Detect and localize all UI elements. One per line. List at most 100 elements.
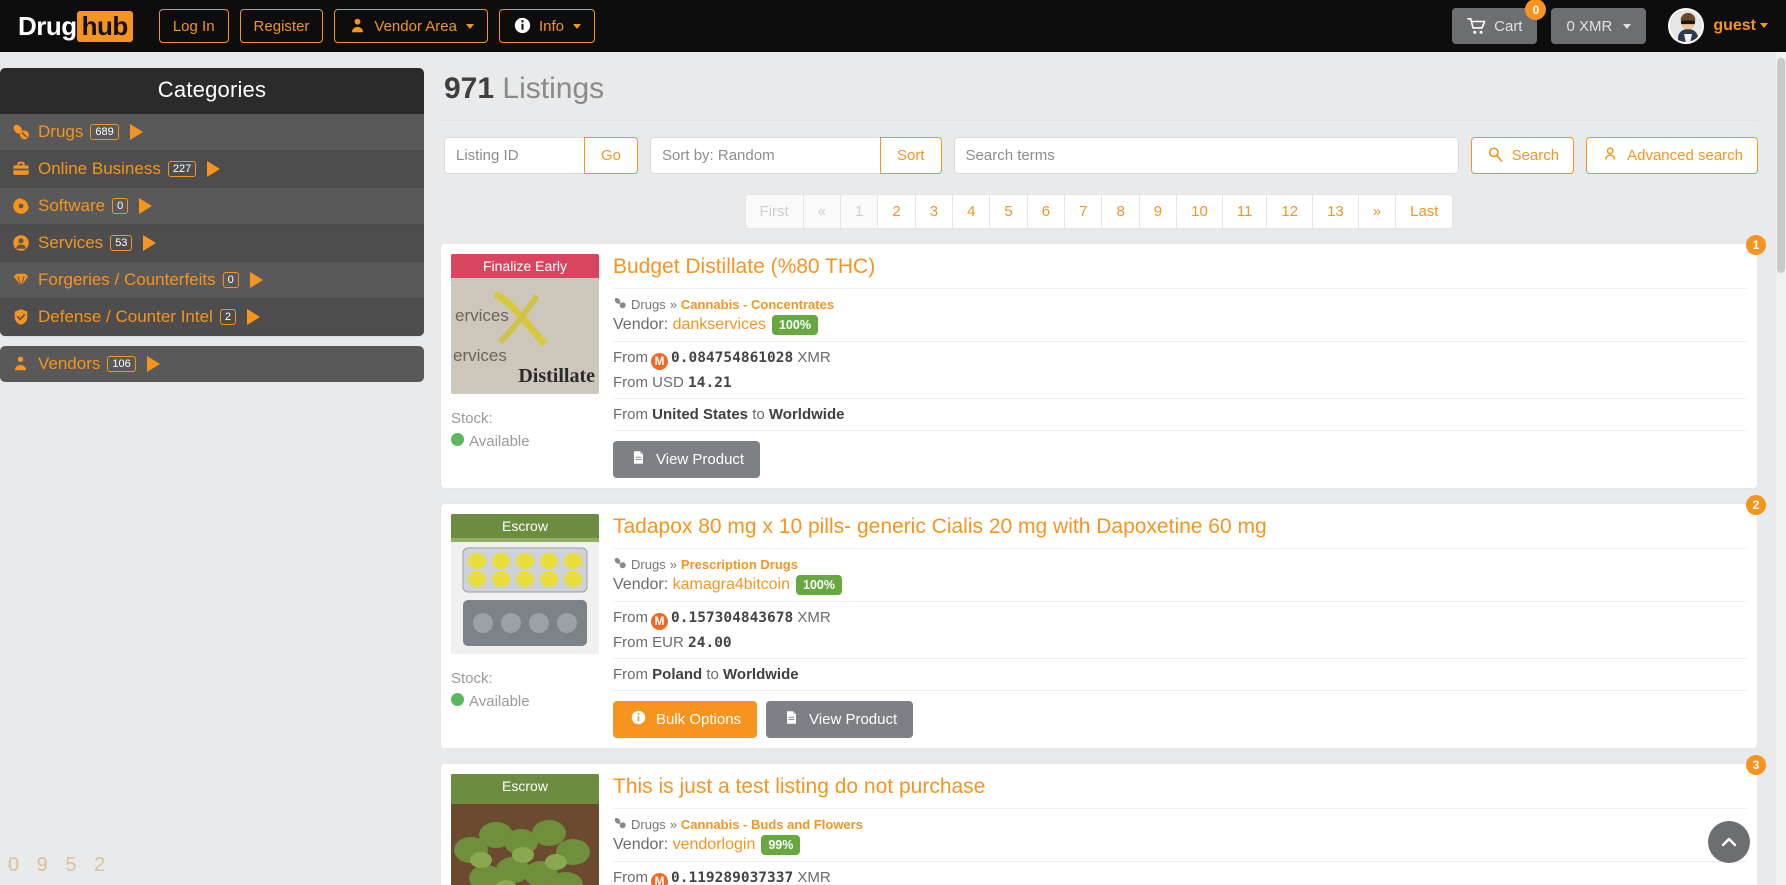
- diamond-icon: [12, 271, 31, 290]
- expand-arrow-icon[interactable]: [147, 356, 160, 372]
- sidebar-item-vendors[interactable]: Vendors 106: [0, 346, 424, 382]
- vendor-icon: [12, 355, 31, 374]
- site-logo[interactable]: Drughub: [18, 11, 133, 42]
- view-product-button[interactable]: View Product: [766, 701, 913, 738]
- ship-from: Poland: [652, 666, 702, 683]
- search-button[interactable]: Search: [1471, 137, 1575, 174]
- fiat-amount: 14.21: [688, 375, 732, 391]
- sort-input[interactable]: [650, 137, 880, 174]
- pagination-page-11[interactable]: 11: [1222, 194, 1267, 229]
- user-menu[interactable]: guest: [1668, 8, 1768, 44]
- pills-icon: [613, 816, 627, 833]
- listing-image[interactable]: Escrow: [451, 774, 599, 885]
- shield-check-icon: [12, 308, 31, 327]
- sidebar-item-count: 0: [112, 198, 128, 214]
- pagination-page-12[interactable]: 12: [1266, 194, 1312, 229]
- sidebar-item-services[interactable]: Services53: [0, 225, 424, 262]
- bulk-options-button[interactable]: Bulk Options: [613, 701, 757, 738]
- category-sub[interactable]: Cannabis - Buds and Flowers: [681, 817, 863, 832]
- register-label: Register: [254, 18, 310, 35]
- vendor-name[interactable]: dankservices: [673, 316, 766, 333]
- pagination-page-7[interactable]: 7: [1064, 194, 1101, 229]
- listing-card[interactable]: 1DankServicesDistillateerviceservicesFin…: [440, 243, 1758, 489]
- pagination-page-10[interactable]: 10: [1176, 194, 1222, 229]
- listing-info: This is just a test listing do not purch…: [613, 774, 1747, 885]
- category-sub[interactable]: Cannabis - Concentrates: [681, 297, 834, 312]
- price-from-label: From: [613, 349, 648, 366]
- sidebar-item-count: 0: [223, 272, 239, 288]
- listing-image[interactable]: DankServicesDistillateerviceservicesFina…: [451, 254, 599, 394]
- category-root[interactable]: Drugs: [631, 297, 666, 312]
- sidebar-item-label: Software: [38, 196, 105, 216]
- go-button[interactable]: Go: [584, 137, 638, 174]
- briefcase-icon: [12, 160, 31, 179]
- listing-title[interactable]: Tadapox 80 mg x 10 pills- generic Cialis…: [613, 514, 1747, 549]
- search-icon: [1486, 146, 1505, 165]
- price-from-label: From: [613, 869, 648, 885]
- pagination-page-3[interactable]: 3: [915, 194, 952, 229]
- stock-value: Available: [469, 433, 530, 450]
- sidebar-item-label: Drugs: [38, 122, 83, 142]
- expand-arrow-icon[interactable]: [139, 198, 152, 214]
- vendor-name[interactable]: vendorlogin: [673, 836, 756, 853]
- listing-id-input[interactable]: [444, 137, 584, 174]
- sidebar-item-forgeries-counterfeits[interactable]: Forgeries / Counterfeits0: [0, 262, 424, 299]
- chevron-down-icon: [1760, 23, 1768, 28]
- vendor-area-menu[interactable]: Vendor Area: [334, 9, 488, 43]
- scroll-to-top-button[interactable]: [1708, 821, 1750, 863]
- listing-info: Tadapox 80 mg x 10 pills- generic Cialis…: [613, 514, 1747, 738]
- expand-arrow-icon[interactable]: [250, 272, 263, 288]
- listing-title[interactable]: Budget Distillate (%80 THC): [613, 254, 1747, 289]
- category-root[interactable]: Drugs: [631, 557, 666, 572]
- breadcrumb-separator: »: [670, 297, 677, 312]
- session-timer: 0 9 5 2: [8, 854, 111, 877]
- main-content: 971 Listings Go Sort Search: [440, 52, 1786, 885]
- pagination-first: First: [745, 194, 803, 229]
- expand-arrow-icon[interactable]: [207, 161, 220, 177]
- pagination-page-6[interactable]: 6: [1027, 194, 1064, 229]
- vendor-rating-badge: 100%: [772, 315, 818, 335]
- pagination-last[interactable]: Last: [1395, 194, 1453, 229]
- view-product-button[interactable]: View Product: [613, 441, 760, 478]
- pagination-page-5[interactable]: 5: [989, 194, 1026, 229]
- avatar: [1668, 8, 1704, 44]
- listing-title[interactable]: This is just a test listing do not purch…: [613, 774, 1747, 809]
- shipping-row: From United States to Worldwide: [613, 399, 1747, 431]
- sidebar-item-online-business[interactable]: Online Business227: [0, 151, 424, 188]
- price-xmr: 0.119289037337: [671, 870, 793, 885]
- stock-value: Available: [469, 693, 530, 710]
- login-button[interactable]: Log In: [159, 9, 229, 43]
- expand-arrow-icon[interactable]: [247, 309, 260, 325]
- advanced-search-button[interactable]: Advanced search: [1586, 137, 1758, 174]
- listing-card[interactable]: 3EscrowThis is just a test listing do no…: [440, 763, 1758, 885]
- sidebar-item-drugs[interactable]: Drugs689: [0, 114, 424, 151]
- listing-card[interactable]: 2magra4bitcoiEscrowStock:AvailableTadapo…: [440, 503, 1758, 749]
- sidebar-item-software[interactable]: Software 0: [0, 188, 424, 225]
- expand-arrow-icon[interactable]: [130, 124, 143, 140]
- listing-index-badge: 3: [1746, 755, 1766, 775]
- cart-button[interactable]: Cart 0: [1452, 8, 1537, 44]
- info-icon: [513, 17, 532, 36]
- category-sub[interactable]: Prescription Drugs: [681, 557, 798, 572]
- pagination-page-9[interactable]: 9: [1139, 194, 1176, 229]
- listing-meta-row: Drugs»Cannabis - Buds and FlowersVendor:…: [613, 809, 1747, 862]
- expand-arrow-icon[interactable]: [143, 235, 156, 251]
- pagination-page-8[interactable]: 8: [1101, 194, 1138, 229]
- listing-image[interactable]: magra4bitcoiEscrow: [451, 514, 599, 654]
- register-button[interactable]: Register: [240, 9, 324, 43]
- pagination-page-4[interactable]: 4: [952, 194, 989, 229]
- page-scrollbar-thumb[interactable]: [1777, 58, 1785, 273]
- pagination-page-2[interactable]: 2: [877, 194, 914, 229]
- monero-icon: M: [651, 353, 668, 370]
- sidebar-item-defense-counter-intel[interactable]: Defense / Counter Intel2: [0, 299, 424, 336]
- balance-label: 0 XMR: [1566, 18, 1612, 35]
- pagination-next[interactable]: »: [1358, 194, 1395, 229]
- vendor-name[interactable]: kamagra4bitcoin: [673, 576, 790, 593]
- sort-button[interactable]: Sort: [880, 137, 942, 174]
- search-input[interactable]: [954, 137, 1459, 174]
- info-menu[interactable]: Info: [499, 9, 595, 43]
- ship-from-label: From: [613, 406, 648, 423]
- category-root[interactable]: Drugs: [631, 817, 666, 832]
- pagination-page-13[interactable]: 13: [1312, 194, 1358, 229]
- balance-button[interactable]: 0 XMR: [1551, 8, 1646, 44]
